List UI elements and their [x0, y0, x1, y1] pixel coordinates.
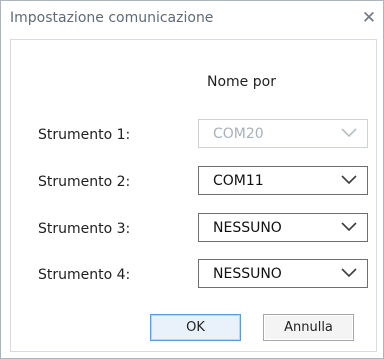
instrument-3-port-value: NESSUNO — [213, 220, 282, 236]
instrument-3-label: Strumento 3: — [38, 221, 131, 237]
instrument-1-label: Strumento 1: — [38, 127, 131, 143]
chevron-down-icon — [341, 268, 357, 278]
communication-settings-dialog: Impostazione comunicazione ✕ Nome por St… — [0, 0, 384, 359]
instrument-4-port-select[interactable]: NESSUNO — [198, 259, 368, 288]
chevron-down-icon — [341, 222, 357, 232]
instrument-1-port-value: COM20 — [213, 126, 264, 142]
instrument-1-port-select: COM20 — [198, 119, 368, 148]
close-button[interactable]: ✕ — [358, 7, 380, 29]
instrument-3-port-select[interactable]: NESSUNO — [198, 213, 368, 242]
close-icon: ✕ — [361, 8, 377, 28]
window-title: Impostazione comunicazione — [10, 10, 214, 26]
instrument-4-port-value: NESSUNO — [213, 266, 282, 282]
cancel-button[interactable]: Annulla — [263, 314, 354, 341]
chevron-down-icon — [341, 175, 357, 185]
instrument-2-port-select[interactable]: COM11 — [198, 166, 368, 195]
instrument-2-label: Strumento 2: — [38, 174, 131, 190]
chevron-down-icon — [341, 128, 357, 138]
instrument-2-port-value: COM11 — [213, 173, 264, 189]
title-bar: Impostazione comunicazione ✕ — [1, 1, 383, 39]
port-name-header: Nome por — [207, 74, 276, 90]
content-panel: Nome por Strumento 1: COM20 Strumento 2:… — [10, 39, 377, 352]
instrument-4-label: Strumento 4: — [38, 267, 131, 283]
ok-button[interactable]: OK — [150, 314, 241, 341]
